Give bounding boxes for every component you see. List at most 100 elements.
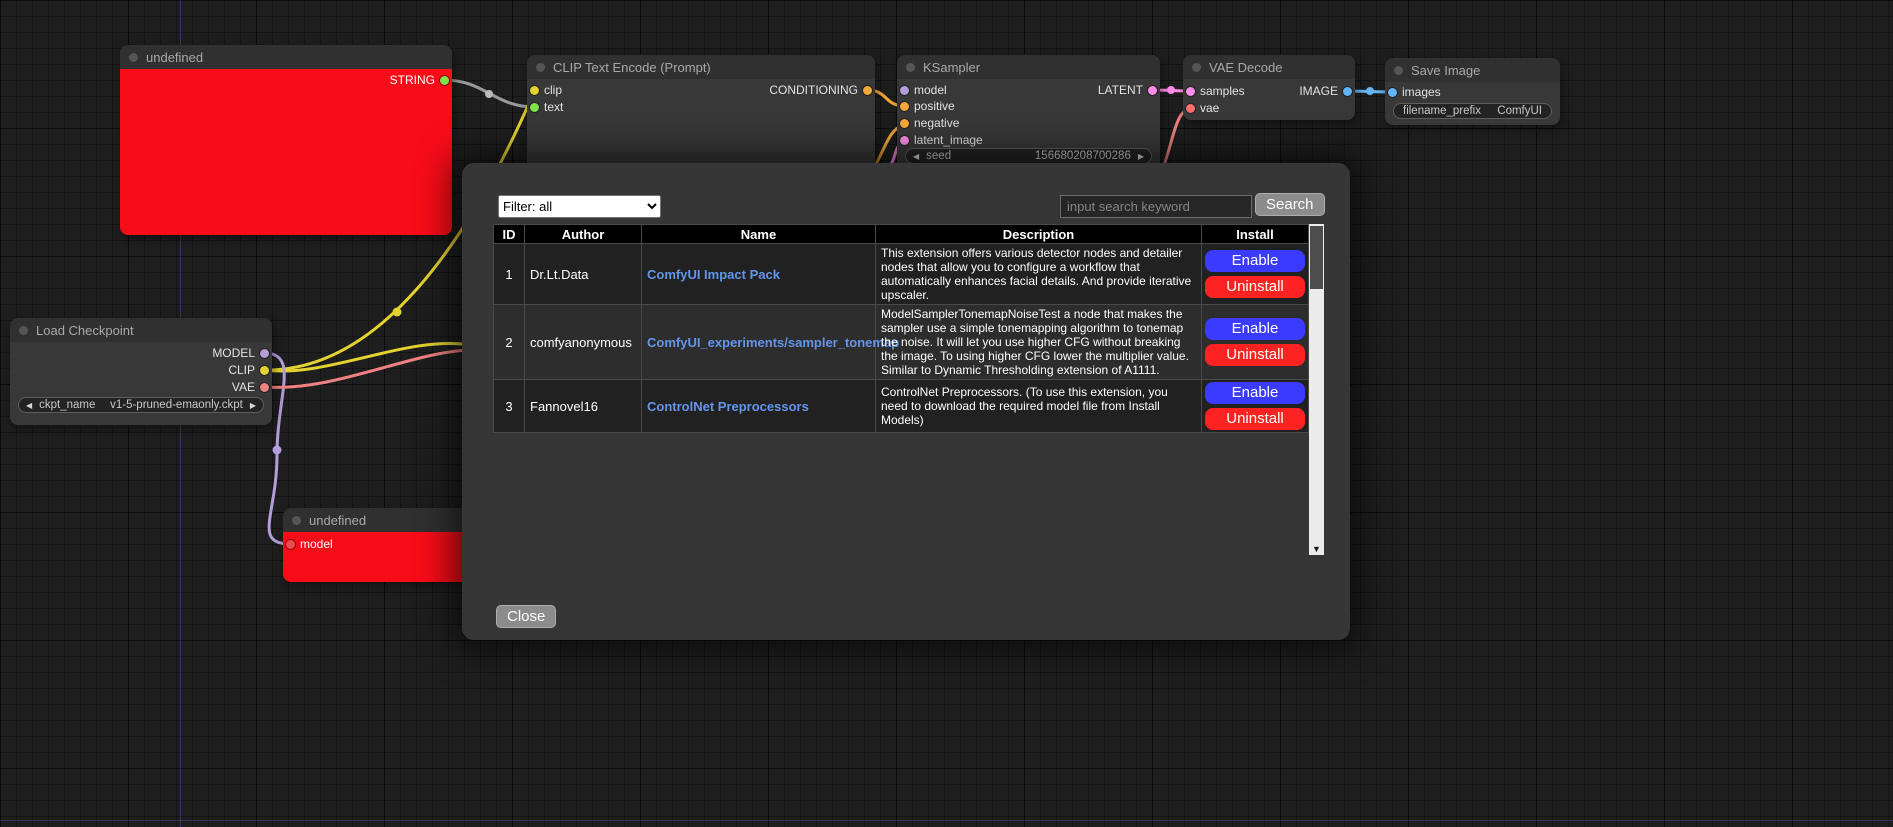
input-slot-negative[interactable] bbox=[900, 119, 909, 128]
collapse-dot-icon[interactable] bbox=[292, 516, 301, 525]
slot-label: IMAGE bbox=[1299, 84, 1338, 98]
node-header[interactable]: VAE Decode bbox=[1183, 55, 1355, 79]
input-slot-vae[interactable] bbox=[1186, 104, 1195, 113]
input-slot-positive[interactable] bbox=[900, 102, 909, 111]
output-slot-model[interactable] bbox=[260, 349, 269, 358]
extension-name-link[interactable]: ComfyUI_experiments/sampler_tonemap bbox=[647, 335, 899, 350]
prev-arrow-icon[interactable]: ◀ bbox=[26, 401, 32, 410]
node-header[interactable]: undefined bbox=[120, 45, 452, 69]
custom-nodes-dialog: Filter: all Search ID Author Name Descri… bbox=[462, 163, 1350, 640]
node-undefined-top[interactable]: undefined STRING bbox=[120, 45, 452, 235]
widget-label: filename_prefix bbox=[1403, 105, 1481, 117]
cell-author: Fannovel16 bbox=[525, 380, 642, 433]
node-vae-decode[interactable]: VAE Decode samples vae IMAGE bbox=[1183, 55, 1355, 120]
wire-dot-string bbox=[485, 90, 493, 98]
table-header-row: ID Author Name Description Install bbox=[494, 225, 1309, 244]
extension-name-link[interactable]: ControlNet Preprocessors bbox=[647, 399, 809, 414]
search-input[interactable] bbox=[1060, 195, 1252, 218]
node-title: Save Image bbox=[1411, 63, 1480, 78]
comfyui-canvas[interactable]: undefined STRING CLIP Text Encode (Promp… bbox=[0, 0, 1893, 827]
cell-description: ModelSamplerTonemapNoiseTest a node that… bbox=[876, 305, 1202, 380]
cell-description: This extension offers various detector n… bbox=[876, 244, 1202, 305]
node-title: CLIP Text Encode (Prompt) bbox=[553, 60, 711, 75]
table-row: 2 comfyanonymous ComfyUI_experiments/sam… bbox=[494, 305, 1309, 380]
input-slot-model[interactable] bbox=[286, 540, 295, 549]
node-body bbox=[120, 69, 452, 235]
cell-id: 3 bbox=[494, 380, 525, 433]
decrement-arrow-icon[interactable]: ◀ bbox=[913, 152, 919, 161]
widget-value: 156680208700286 bbox=[1035, 150, 1131, 162]
widget-value: ComfyUI bbox=[1497, 105, 1542, 117]
node-header[interactable]: undefined bbox=[283, 508, 483, 532]
node-header[interactable]: Load Checkpoint bbox=[10, 318, 272, 342]
collapse-dot-icon[interactable] bbox=[536, 63, 545, 72]
ckpt-name-widget[interactable]: ◀ ckpt_name v1-5-pruned-emaonly.ckpt ▶ bbox=[18, 397, 264, 413]
node-save-image[interactable]: Save Image images filename_prefix ComfyU… bbox=[1385, 58, 1560, 125]
output-slot-clip[interactable] bbox=[260, 366, 269, 375]
extension-name-link[interactable]: ComfyUI Impact Pack bbox=[647, 267, 780, 282]
collapse-dot-icon[interactable] bbox=[1192, 63, 1201, 72]
cell-author: comfyanonymous bbox=[525, 305, 642, 380]
widget-value: v1-5-pruned-emaonly.ckpt bbox=[110, 399, 243, 411]
slot-label: latent_image bbox=[914, 133, 983, 147]
output-slot-latent[interactable] bbox=[1148, 86, 1157, 95]
node-undefined-bottom[interactable]: undefined model bbox=[283, 508, 483, 582]
scrollbar-thumb[interactable] bbox=[1310, 226, 1323, 289]
input-slot-images[interactable] bbox=[1388, 88, 1397, 97]
input-slot-latent-image[interactable] bbox=[900, 136, 909, 145]
node-ksampler[interactable]: KSampler model positive negative latent_… bbox=[897, 55, 1160, 170]
header-install: Install bbox=[1202, 225, 1309, 244]
wire-dot-clip bbox=[393, 308, 402, 317]
slot-label: MODEL bbox=[212, 346, 255, 360]
enable-button[interactable]: Enable bbox=[1205, 250, 1305, 272]
collapse-dot-icon[interactable] bbox=[1394, 66, 1403, 75]
uninstall-button[interactable]: Uninstall bbox=[1205, 408, 1305, 430]
next-arrow-icon[interactable]: ▶ bbox=[250, 401, 256, 410]
header-id: ID bbox=[494, 225, 525, 244]
wire-dot-image bbox=[1366, 87, 1374, 95]
output-slot-vae[interactable] bbox=[260, 383, 269, 392]
enable-button[interactable]: Enable bbox=[1205, 382, 1305, 404]
widget-label: ckpt_name bbox=[39, 399, 95, 411]
filename-prefix-widget[interactable]: filename_prefix ComfyUI bbox=[1393, 103, 1552, 119]
node-title: VAE Decode bbox=[1209, 60, 1282, 75]
input-slot-text[interactable] bbox=[530, 103, 539, 112]
node-title: Load Checkpoint bbox=[36, 323, 134, 338]
node-title: undefined bbox=[146, 50, 203, 65]
slot-label: LATENT bbox=[1098, 83, 1143, 97]
search-button[interactable]: Search bbox=[1255, 193, 1325, 216]
slot-label: CONDITIONING bbox=[769, 83, 858, 97]
node-header[interactable]: KSampler bbox=[897, 55, 1160, 79]
uninstall-button[interactable]: Uninstall bbox=[1205, 276, 1305, 298]
collapse-dot-icon[interactable] bbox=[129, 53, 138, 62]
wire-dot-model bbox=[273, 446, 282, 455]
list-scrollbar[interactable]: ▼ bbox=[1309, 224, 1324, 555]
output-slot-string[interactable] bbox=[440, 76, 449, 85]
seed-widget[interactable]: ◀ seed 156680208700286 ▶ bbox=[905, 148, 1152, 164]
header-author: Author bbox=[525, 225, 642, 244]
table-row: 3 Fannovel16 ControlNet Preprocessors Co… bbox=[494, 380, 1309, 433]
widget-label: seed bbox=[926, 150, 951, 162]
increment-arrow-icon[interactable]: ▶ bbox=[1138, 152, 1144, 161]
slot-label: VAE bbox=[232, 380, 255, 394]
node-load-checkpoint[interactable]: Load Checkpoint MODEL CLIP VAE ◀ ckpt_na… bbox=[10, 318, 272, 425]
header-name: Name bbox=[642, 225, 876, 244]
enable-button[interactable]: Enable bbox=[1205, 318, 1305, 340]
node-header[interactable]: CLIP Text Encode (Prompt) bbox=[527, 55, 875, 79]
scroll-down-icon[interactable]: ▼ bbox=[1309, 544, 1324, 554]
output-slot-conditioning[interactable] bbox=[863, 86, 872, 95]
node-header[interactable]: Save Image bbox=[1385, 58, 1560, 82]
close-button[interactable]: Close bbox=[496, 605, 556, 628]
collapse-dot-icon[interactable] bbox=[906, 63, 915, 72]
slot-label: STRING bbox=[390, 73, 435, 87]
slot-label: CLIP bbox=[228, 363, 255, 377]
slot-label: images bbox=[1402, 85, 1441, 99]
extension-table: ID Author Name Description Install 1 Dr.… bbox=[493, 224, 1309, 433]
filter-select[interactable]: Filter: all bbox=[498, 195, 661, 218]
node-title: KSampler bbox=[923, 60, 980, 75]
collapse-dot-icon[interactable] bbox=[19, 326, 28, 335]
uninstall-button[interactable]: Uninstall bbox=[1205, 344, 1305, 366]
output-slot-image[interactable] bbox=[1343, 87, 1352, 96]
cell-id: 1 bbox=[494, 244, 525, 305]
node-title: undefined bbox=[309, 513, 366, 528]
